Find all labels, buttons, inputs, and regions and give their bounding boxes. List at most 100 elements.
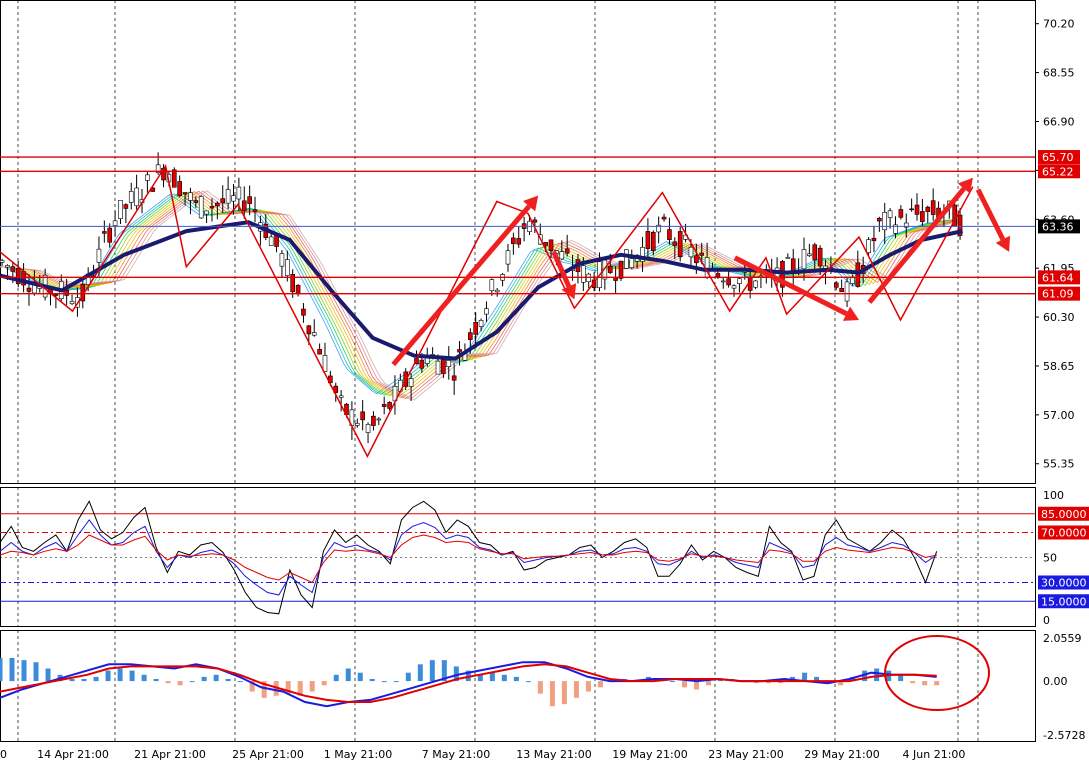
candle-body: [177, 181, 182, 197]
candle-body: [118, 199, 123, 219]
macd-bar: [45, 668, 51, 682]
macd-bar: [369, 678, 375, 682]
candle-body: [252, 209, 258, 212]
candle-body: [715, 273, 721, 277]
candle-body: [914, 204, 920, 215]
candle-body: [53, 294, 59, 296]
candle-body: [123, 204, 129, 209]
candle-body: [694, 255, 699, 264]
candle-body: [102, 231, 107, 234]
macd-bar: [321, 681, 327, 686]
macd-bar: [237, 681, 243, 683]
candle-body: [295, 285, 301, 295]
chart-canvas[interactable]: 70.2068.5566.9065.2563.6061.9560.3058.65…: [0, 0, 1089, 767]
time-tick-label: 29 May 21:00: [804, 748, 879, 761]
candle-body: [193, 200, 199, 203]
candle-body: [699, 252, 705, 256]
level-tag-label: 65.22: [1042, 165, 1074, 178]
candle-body: [516, 238, 522, 245]
candle-body: [650, 231, 656, 251]
macd-bar: [177, 681, 183, 686]
candle-body: [188, 192, 193, 201]
candle-body: [360, 411, 365, 421]
macd-bar: [489, 672, 495, 682]
time-tick-label: 4 Jun 21:00: [903, 748, 966, 761]
candle-body: [511, 237, 516, 245]
macd-bar: [669, 681, 675, 683]
candle-body: [435, 360, 441, 375]
macd-bar: [213, 674, 219, 682]
candle-body: [812, 244, 818, 261]
macd-bar: [129, 670, 135, 682]
macd-bar: [381, 681, 387, 683]
candle-body: [285, 259, 290, 276]
candle-body: [64, 289, 69, 296]
macd-bar: [597, 681, 603, 688]
macd-bar: [81, 678, 87, 682]
candle-body: [220, 198, 226, 204]
candle-body: [478, 320, 484, 327]
macd-bar: [874, 668, 880, 682]
background: [0, 0, 1089, 767]
candle-body: [215, 202, 220, 207]
candle-body: [0, 260, 5, 263]
macd-bar: [706, 681, 712, 686]
time-tick-label: 14 Apr 21:00: [37, 748, 109, 761]
candle-body: [618, 260, 624, 279]
macd-bar: [0, 658, 3, 682]
candle-body: [882, 212, 888, 231]
price-tick-label: 70.20: [1043, 18, 1075, 31]
candle-body: [182, 192, 188, 195]
macd-bar: [417, 664, 423, 682]
level-tag-label: 61.64: [1042, 271, 1074, 284]
candle-body: [688, 246, 694, 258]
candle-body: [484, 308, 489, 315]
candle-body: [381, 404, 387, 407]
candle-body: [624, 249, 629, 269]
candle-body: [236, 186, 242, 200]
macd-bar: [69, 678, 75, 682]
candle-body: [753, 280, 758, 288]
candle-body: [920, 211, 925, 222]
candle-body: [311, 332, 317, 336]
time-tick-label: 1 May 21:00: [324, 748, 392, 761]
candle-body: [419, 359, 425, 369]
candle-body: [306, 325, 312, 335]
candle-body: [833, 282, 839, 288]
candle-body: [446, 360, 452, 368]
candle-body: [204, 210, 209, 215]
candle-body: [548, 239, 554, 251]
candle-body: [473, 321, 478, 335]
candle-body: [887, 210, 893, 218]
macd-bar: [934, 681, 940, 686]
macd-bar: [225, 678, 231, 682]
macd-bar: [21, 660, 27, 682]
candle-body: [451, 375, 457, 381]
candle-body: [489, 279, 495, 292]
candle-body: [672, 241, 678, 246]
candle-body: [645, 231, 651, 249]
macd-bar: [93, 676, 99, 682]
candle-body: [301, 308, 306, 316]
candle-body: [354, 423, 360, 426]
candle-body: [338, 395, 344, 398]
candle-body: [134, 187, 139, 207]
candle-body: [855, 262, 861, 287]
macd-bar: [357, 672, 363, 682]
candle-body: [145, 174, 150, 181]
time-tick-label: 25 Apr 21:00: [232, 748, 304, 761]
time-axis: 0 14 Apr 21:00 21 Apr 21:00 25 Apr 21:00 1 M…: [0, 748, 965, 761]
candle-body: [850, 277, 855, 284]
candle-body: [225, 189, 231, 204]
candle-body: [930, 200, 936, 215]
candle-body: [564, 248, 570, 254]
candle-body: [607, 265, 613, 273]
time-tick-label: 7 May 21:00: [422, 748, 490, 761]
candle-body: [26, 287, 32, 292]
candle-body: [661, 216, 667, 220]
candle-body: [441, 359, 446, 374]
candle-body: [317, 348, 322, 355]
macd-bar: [309, 681, 315, 692]
trading-chart-window: 70.2068.5566.9065.2563.6061.9560.3058.65…: [0, 0, 1089, 767]
time-tick-label: 13 May 21:00: [516, 748, 591, 761]
